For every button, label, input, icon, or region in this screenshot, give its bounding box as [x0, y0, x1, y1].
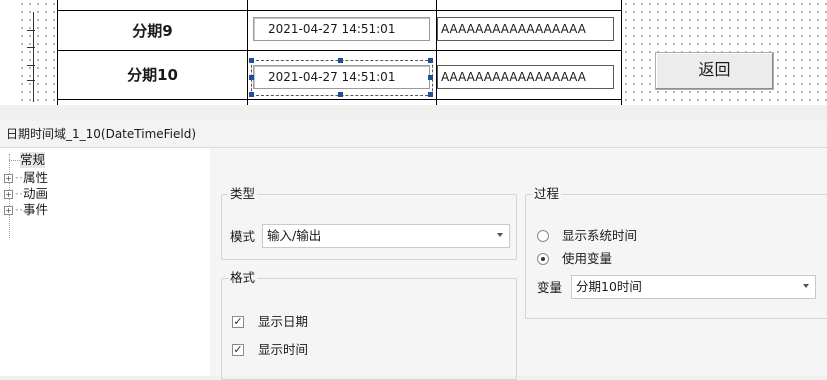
tree-connector: ·· [15, 170, 23, 185]
show-date-label: 显示日期 [258, 314, 309, 329]
canvas-grid-left [18, 0, 58, 105]
type-group: 类型 模式 输入/输出 [221, 186, 517, 260]
inspector-title: 日期时间域_1_10(DateTimeField) [0, 121, 827, 147]
table-border-right [621, 0, 622, 105]
ruler-line [33, 12, 34, 102]
tree-connector: ·· [15, 202, 23, 217]
table-col-divider [436, 0, 437, 105]
process-group-legend: 过程 [532, 186, 562, 202]
use-variable-label: 使用变量 [562, 251, 613, 266]
radio-selected-dot [541, 257, 545, 261]
system-time-radio[interactable] [537, 230, 549, 242]
resize-handle[interactable] [338, 92, 343, 97]
tree-connector: ·· [15, 186, 23, 201]
text-field[interactable]: AAAAAAAAAAAAAAAAA [437, 17, 614, 41]
show-date-checkbox[interactable]: ✓ [232, 316, 244, 328]
ruler-tick [27, 65, 35, 66]
ruler-tick [27, 80, 35, 81]
tree-item-properties[interactable]: + ··属性 [4, 170, 48, 186]
mode-label: 模式 [230, 229, 256, 244]
tree-item-label: 属性 [22, 170, 48, 185]
tree-guide-line [9, 160, 20, 162]
expand-icon[interactable]: + [4, 190, 13, 199]
resize-handle[interactable] [249, 92, 254, 97]
expand-icon[interactable]: + [4, 174, 13, 183]
show-time-checkbox[interactable]: ✓ [232, 344, 244, 356]
resize-handle[interactable] [428, 92, 433, 97]
row-label: 分期9 [132, 22, 173, 40]
tree-item-label: 动画 [22, 186, 48, 201]
use-variable-radio[interactable] [537, 253, 549, 265]
table-row-divider [57, 99, 622, 100]
type-group-legend: 类型 [228, 186, 258, 202]
format-group-legend: 格式 [228, 270, 258, 286]
table-col-divider [247, 0, 248, 105]
design-canvas[interactable]: 分期9 2021-04-27 14:51:01 AAAAAAAAAAAAAAAA… [0, 0, 827, 105]
resize-handle[interactable] [249, 58, 254, 63]
selection-frame [251, 60, 433, 96]
chevron-down-icon [803, 284, 809, 288]
chevron-down-icon [497, 233, 503, 237]
tree-item-general[interactable]: 常规 [20, 152, 46, 168]
tree-item-label: 常规 [20, 152, 46, 167]
table-row-divider [57, 10, 622, 11]
show-time-label: 显示时间 [258, 342, 309, 357]
property-content: 类型 模式 输入/输出 格式 ✓ 显示日期 ✓ 显示时间 过程 显示系统时间 使… [210, 148, 827, 380]
resize-handle[interactable] [338, 58, 343, 63]
ruler-tick [27, 30, 35, 31]
tree-item-animation[interactable]: + ··动画 [4, 186, 48, 202]
mode-value: 输入/输出 [267, 228, 322, 243]
resize-handle[interactable] [428, 75, 433, 80]
format-group: 格式 ✓ 显示日期 ✓ 显示时间 [221, 270, 517, 380]
mode-dropdown[interactable]: 输入/输出 [262, 224, 510, 248]
expand-icon[interactable]: + [4, 206, 13, 215]
text-field[interactable]: AAAAAAAAAAAAAAAAA [437, 65, 614, 89]
table-row-divider [57, 50, 622, 51]
resize-handle[interactable] [249, 75, 254, 80]
variable-label: 变量 [537, 280, 563, 295]
resize-handle[interactable] [428, 58, 433, 63]
variable-dropdown[interactable]: 分期10时间 [571, 275, 816, 299]
process-group: 过程 显示系统时间 使用变量 变量 分期10时间 [525, 186, 827, 319]
tree-item-label: 事件 [22, 202, 48, 217]
property-category-tree: 常规 + ··属性 + ··动画 + ··事件 [0, 148, 210, 376]
variable-value: 分期10时间 [576, 279, 642, 294]
ruler-tick [27, 47, 35, 48]
row-label: 分期10 [127, 66, 178, 84]
splitter[interactable] [0, 105, 827, 121]
tree-item-events[interactable]: + ··事件 [4, 202, 48, 218]
datetime-field[interactable]: 2021-04-27 14:51:01 [253, 17, 430, 41]
return-button[interactable]: 返回 [655, 52, 774, 90]
system-time-label: 显示系统时间 [562, 228, 638, 243]
